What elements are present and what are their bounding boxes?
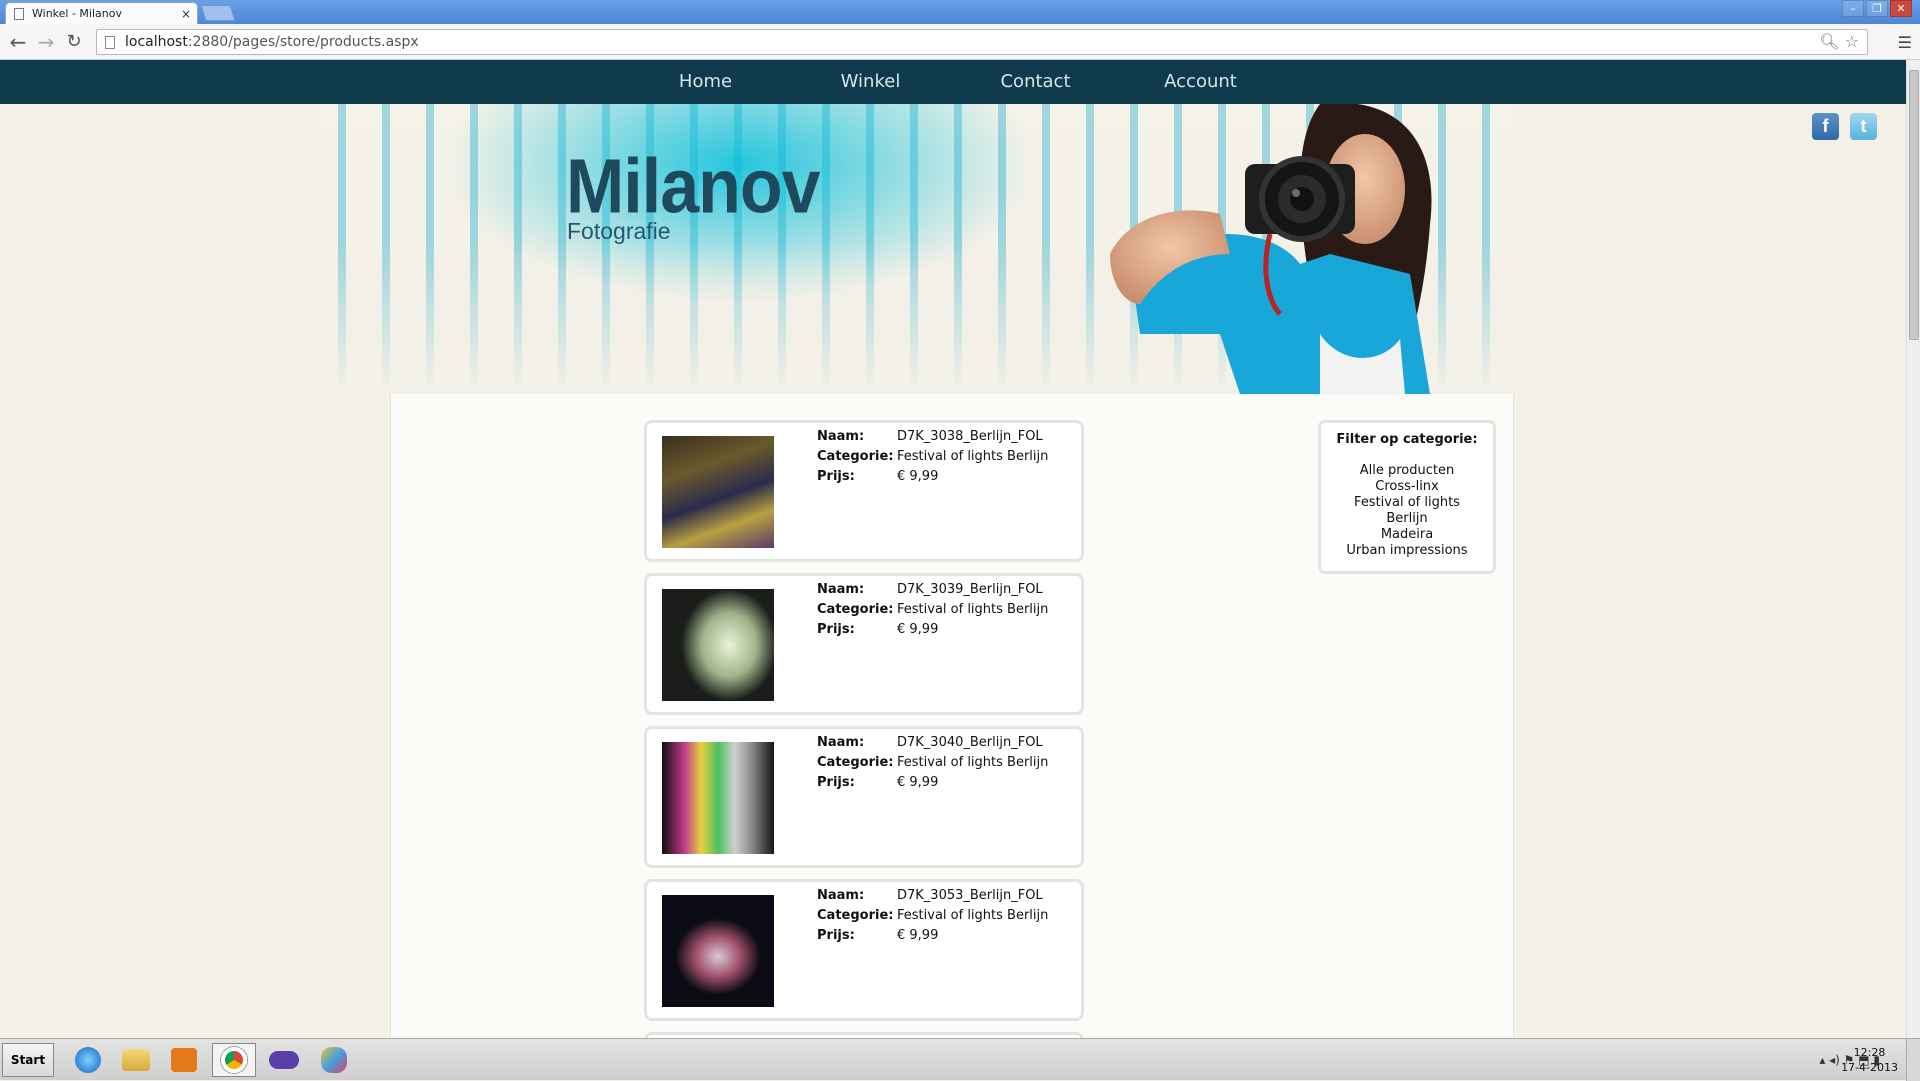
reload-icon[interactable]: ↻: [62, 30, 86, 54]
browser-tab[interactable]: Winkel - Milanov ×: [5, 2, 198, 24]
site-logo[interactable]: Milanov: [566, 142, 821, 230]
prijs-label: Prijs:: [817, 469, 855, 484]
naam-label: Naam:: [817, 888, 865, 903]
product-card[interactable]: Naam: D7K_3040_Berlijn_FOL Categorie: Fest…: [644, 726, 1084, 868]
new-tab-button[interactable]: [200, 5, 236, 21]
start-button[interactable]: Start: [2, 1043, 54, 1077]
category-filter: Filter op categorie: Alle producten Cros…: [1318, 420, 1496, 574]
clock-date: 17-4-2013: [1841, 1061, 1898, 1074]
forward-arrow-icon[interactable]: →: [34, 30, 58, 54]
nav-account[interactable]: Account: [1118, 60, 1283, 104]
file-explorer-icon[interactable]: [114, 1043, 158, 1077]
product-thumbnail[interactable]: [662, 589, 774, 701]
visual-studio-icon[interactable]: [262, 1043, 306, 1077]
product-name: D7K_3053_Berlijn_FOL: [897, 888, 1043, 903]
product-category: Festival of lights Berlijn: [897, 755, 1049, 770]
categorie-label: Categorie:: [817, 755, 894, 770]
prijs-label: Prijs:: [817, 622, 855, 637]
chrome-icon[interactable]: [212, 1043, 256, 1077]
address-bar[interactable]: localhost :2880/pages/store/products.asp…: [96, 29, 1868, 55]
nav-home[interactable]: Home: [623, 60, 788, 104]
window-controls: – ❐ ✕: [1842, 0, 1912, 17]
windows-taskbar: Start ▴ ◂) ⚑ ⬒ ▮ 12:28 17-4-2013: [0, 1038, 1920, 1081]
browser-tab-bar: Winkel - Milanov × – ❐ ✕: [0, 0, 1920, 24]
product-price: € 9,99: [897, 622, 939, 637]
show-desktop-button[interactable]: [1906, 1039, 1920, 1081]
menu-icon[interactable]: ☰: [1898, 33, 1912, 52]
product-name: D7K_3040_Berlijn_FOL: [897, 735, 1043, 750]
scrollbar-thumb[interactable]: [1909, 70, 1919, 340]
product-name: D7K_3038_Berlijn_FOL: [897, 429, 1043, 444]
page-icon: [14, 7, 24, 20]
photographer-image: [1110, 104, 1432, 394]
product-card[interactable]: Naam: D7K_3053_Berlijn_FOL Categorie: Fest…: [644, 879, 1084, 1021]
categorie-label: Categorie:: [817, 908, 894, 923]
naam-label: Naam:: [817, 429, 865, 444]
facebook-icon[interactable]: f: [1812, 113, 1839, 140]
nav-contact[interactable]: Contact: [953, 60, 1118, 104]
product-info: Naam: D7K_3038_Berlijn_FOL Categorie: Fest…: [817, 427, 1048, 487]
back-arrow-icon[interactable]: ←: [6, 30, 30, 54]
product-info: Naam: D7K_3040_Berlijn_FOL Categorie: Fest…: [817, 733, 1048, 793]
minimize-button[interactable]: –: [1842, 0, 1864, 17]
naam-label: Naam:: [817, 735, 865, 750]
site-tagline: Fotografie: [567, 218, 671, 244]
twitter-icon[interactable]: t: [1850, 113, 1877, 140]
product-info: Naam: D7K_3039_Berlijn_FOL Categorie: Fest…: [817, 580, 1048, 640]
prijs-label: Prijs:: [817, 775, 855, 790]
page-icon: [105, 35, 115, 49]
product-category: Festival of lights Berlijn: [897, 449, 1049, 464]
product-thumbnail[interactable]: [662, 742, 774, 854]
filter-cross-linx[interactable]: Cross-linx: [1321, 479, 1493, 495]
site-navigation: Home Winkel Contact Account: [0, 60, 1906, 104]
tab-title: Winkel - Milanov: [32, 7, 122, 20]
url-host: localhost: [125, 34, 188, 50]
filter-festival-of-lights[interactable]: Festival of lights: [1321, 495, 1493, 511]
media-player-icon[interactable]: [162, 1043, 206, 1077]
browser-toolbar: ← → ↻ localhost :2880/pages/store/produc…: [0, 24, 1920, 60]
clock[interactable]: 12:28 17-4-2013: [1841, 1045, 1898, 1075]
filter-berlijn[interactable]: Berlijn: [1321, 511, 1493, 527]
categorie-label: Categorie:: [817, 602, 894, 617]
url-path: :2880/pages/store/products.aspx: [187, 34, 419, 50]
naam-label: Naam:: [817, 582, 865, 597]
close-window-button[interactable]: ✕: [1890, 0, 1912, 17]
restore-button[interactable]: ❐: [1866, 0, 1888, 17]
product-thumbnail[interactable]: [662, 436, 774, 548]
product-thumbnail[interactable]: [662, 895, 774, 1007]
clock-time: 12:28: [1853, 1046, 1886, 1059]
product-price: € 9,99: [897, 775, 939, 790]
categorie-label: Categorie:: [817, 449, 894, 464]
filter-heading: Filter op categorie:: [1336, 432, 1478, 447]
nav-winkel[interactable]: Winkel: [788, 60, 953, 104]
product-category: Festival of lights Berlijn: [897, 602, 1049, 617]
filter-madeira[interactable]: Madeira: [1321, 527, 1493, 543]
product-name: D7K_3039_Berlijn_FOL: [897, 582, 1043, 597]
start-label: Start: [10, 1053, 46, 1067]
product-price: € 9,99: [897, 928, 939, 943]
product-card[interactable]: Naam: D7K_3038_Berlijn_FOL Categorie: Fest…: [644, 420, 1084, 562]
zoom-star-icons[interactable]: 🔍︎ ☆: [1819, 32, 1859, 51]
product-category: Festival of lights Berlijn: [897, 908, 1049, 923]
page-scrollbar[interactable]: [1906, 60, 1920, 1038]
prijs-label: Prijs:: [817, 928, 855, 943]
paint-icon[interactable]: [312, 1043, 356, 1077]
product-card[interactable]: Naam: D7K_3039_Berlijn_FOL Categorie: Fest…: [644, 573, 1084, 715]
filter-alle-producten[interactable]: Alle producten: [1321, 463, 1493, 479]
internet-explorer-icon[interactable]: [66, 1043, 110, 1077]
filter-urban-impressions[interactable]: Urban impressions: [1321, 543, 1493, 559]
tab-close-icon[interactable]: ×: [181, 7, 191, 21]
product-info: Naam: D7K_3053_Berlijn_FOL Categorie: Fest…: [817, 886, 1048, 946]
product-price: € 9,99: [897, 469, 939, 484]
